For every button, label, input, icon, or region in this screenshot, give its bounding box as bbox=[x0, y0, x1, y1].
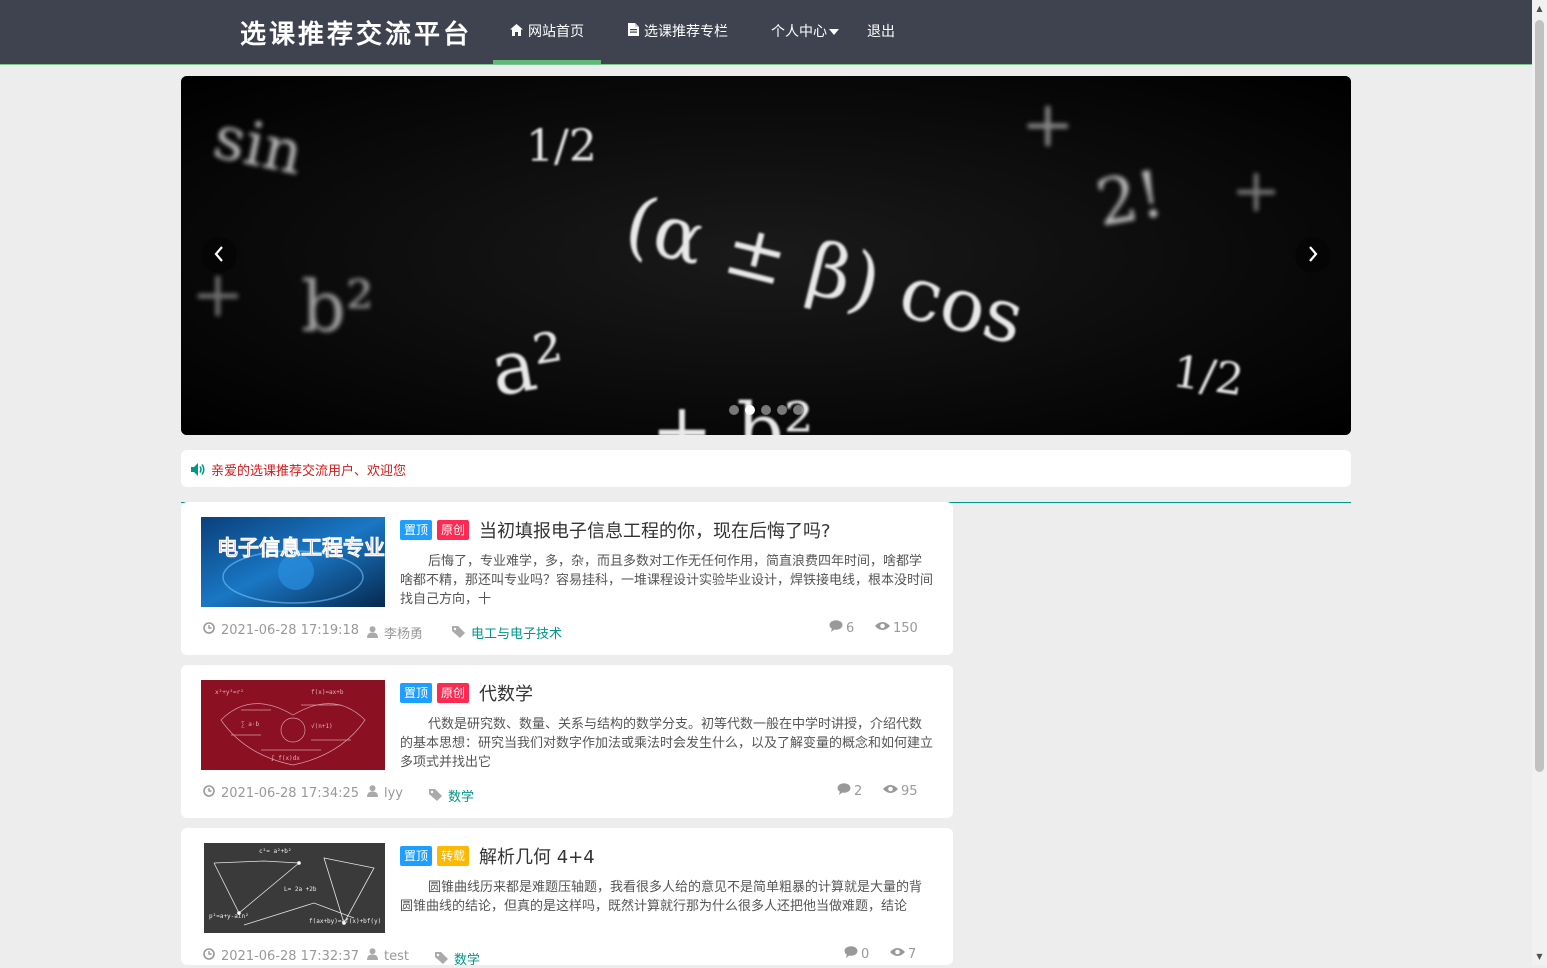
clock-icon bbox=[203, 784, 215, 801]
article-card[interactable]: 电子信息工程专业 置顶 原创 当初填报电子信息工程的你，现在后悔了吗? 后悔了，… bbox=[181, 502, 953, 655]
pinned-badge: 置顶 bbox=[400, 846, 433, 866]
article-date: 2021-06-28 17:19:18 bbox=[203, 621, 359, 638]
nav-personal-label: 个人中心 bbox=[771, 24, 827, 40]
top-navbar: 选课推荐交流平台 网站首页 选课推荐专栏 个人中心 退出 bbox=[0, 0, 1532, 65]
article-comments: 6 bbox=[829, 619, 854, 636]
carousel-dot-active[interactable] bbox=[745, 405, 755, 415]
home-icon bbox=[510, 0, 523, 64]
svg-text:+: + bbox=[1231, 156, 1281, 226]
svg-text:f(ax+by)=af(x)+bf(y): f(ax+by)=af(x)+bf(y) bbox=[309, 918, 381, 925]
article-author[interactable]: test bbox=[367, 947, 409, 964]
svg-text:p²=a+y-ain²: p²=a+y-ain² bbox=[209, 913, 249, 920]
svg-text:L= 2a +2b: L= 2a +2b bbox=[284, 886, 317, 893]
article-date: 2021-06-28 17:32:37 bbox=[203, 947, 359, 964]
speaker-icon bbox=[191, 461, 206, 480]
article-title[interactable]: 解析几何 4+4 bbox=[479, 843, 595, 869]
svg-text:f(x)=ax+b: f(x)=ax+b bbox=[311, 689, 344, 696]
article-card[interactable]: c²= a²+b² L= 2a +2b p²=a+y-ain² f(ax+by)=a… bbox=[181, 828, 953, 968]
article-thumbnail[interactable]: c²= a²+b² L= 2a +2b p²=a+y-ain² f(ax+by)=a… bbox=[204, 843, 385, 933]
user-icon bbox=[367, 625, 378, 642]
svg-text:2!: 2! bbox=[1091, 157, 1169, 241]
carousel-dot[interactable] bbox=[793, 405, 803, 415]
svg-text:电子信息工程专业: 电子信息工程专业 bbox=[217, 536, 385, 560]
nav-home-label: 网站首页 bbox=[528, 24, 584, 40]
svg-text:1/2: 1/2 bbox=[526, 121, 597, 172]
carousel-prev-button[interactable] bbox=[201, 237, 237, 273]
nav-personal-center[interactable]: 个人中心 bbox=[771, 0, 839, 64]
original-badge: 原创 bbox=[437, 683, 470, 703]
svg-text:∫ f(x)dx: ∫ f(x)dx bbox=[271, 754, 300, 762]
original-badge: 原创 bbox=[437, 520, 470, 540]
nav-recommend-column[interactable]: 选课推荐专栏 bbox=[628, 0, 728, 64]
math-formula-banner-image: sin b² + 2! + + 1/2 (α ± β) cos a² + b² … bbox=[181, 76, 1351, 435]
user-icon bbox=[367, 784, 378, 801]
chevron-right-icon bbox=[1309, 246, 1318, 262]
svg-text:+: + bbox=[1021, 88, 1075, 162]
article-summary: 圆锥曲线历来都是难题压轴题，我看很多人给的意见不是简单粗暴的计算就是大量的背圆锥… bbox=[400, 880, 923, 914]
article-summary: 代数是研究数、数量、关系与结构的数学分支。初等代数一般在中学时讲授，介绍代数的基… bbox=[400, 717, 934, 770]
article-thumbnail[interactable]: 电子信息工程专业 bbox=[201, 517, 385, 607]
scroll-down-arrow-icon[interactable]: ▼ bbox=[1532, 952, 1547, 961]
tag-icon bbox=[435, 951, 448, 968]
svg-text:c²= a²+b²: c²= a²+b² bbox=[259, 848, 292, 855]
tag-icon bbox=[429, 788, 442, 805]
repost-badge: 转载 bbox=[437, 846, 470, 866]
nav-recommend-label: 选课推荐专栏 bbox=[644, 24, 728, 40]
user-icon bbox=[367, 947, 378, 964]
caret-down-icon bbox=[829, 29, 839, 35]
carousel-dot[interactable] bbox=[729, 405, 739, 415]
article-summary: 后悔了，专业难学，多，杂，而且多数对工作无任何作用，简直浪费四年时间，啥都学啥都… bbox=[400, 554, 934, 607]
article-category[interactable]: 数学 bbox=[435, 949, 480, 968]
article-author[interactable]: 李杨勇 bbox=[367, 623, 423, 642]
svg-text:√(n+1): √(n+1) bbox=[311, 723, 333, 730]
clock-icon bbox=[203, 947, 215, 964]
article-author[interactable]: lyy bbox=[367, 784, 403, 801]
comment-icon bbox=[837, 782, 851, 799]
article-comments: 0 bbox=[844, 945, 869, 962]
svg-text:b²: b² bbox=[301, 266, 374, 348]
article-views: 7 bbox=[890, 947, 916, 962]
site-brand[interactable]: 选课推荐交流平台 bbox=[240, 14, 472, 51]
article-thumbnail[interactable]: x²+y²=r² f(x)=ax+b ∑ a·b √(n+1) ∫ f(x)dx bbox=[201, 680, 385, 770]
article-category[interactable]: 电工与电子技术 bbox=[452, 623, 562, 642]
tag-icon bbox=[452, 625, 465, 642]
article-views: 150 bbox=[875, 621, 918, 636]
carousel-dot[interactable] bbox=[777, 405, 787, 415]
notice-text: 亲爱的选课推荐交流用户、欢迎您 bbox=[211, 464, 407, 479]
nav-home[interactable]: 网站首页 bbox=[493, 0, 601, 64]
banner-carousel[interactable]: sin b² + 2! + + 1/2 (α ± β) cos a² + b² … bbox=[181, 76, 1351, 435]
pinned-badge: 置顶 bbox=[400, 520, 433, 540]
article-views: 95 bbox=[883, 784, 918, 799]
page-scrollbar[interactable]: ▲ ▼ bbox=[1532, 0, 1547, 965]
carousel-next-button[interactable] bbox=[1295, 237, 1331, 273]
clock-icon bbox=[203, 621, 215, 638]
comment-icon bbox=[829, 619, 843, 636]
article-category[interactable]: 数学 bbox=[429, 786, 474, 805]
article-comments: 2 bbox=[837, 782, 862, 799]
chevron-left-icon bbox=[214, 246, 223, 262]
scroll-up-arrow-icon[interactable]: ▲ bbox=[1532, 4, 1547, 13]
pinned-badge: 置顶 bbox=[400, 683, 433, 703]
svg-text:1/2: 1/2 bbox=[1169, 346, 1246, 406]
nav-logout[interactable]: 退出 bbox=[867, 0, 895, 64]
document-icon bbox=[628, 0, 639, 64]
svg-text:∑ a·b: ∑ a·b bbox=[241, 721, 259, 728]
notice-bar: 亲爱的选课推荐交流用户、欢迎您 bbox=[181, 450, 1351, 487]
carousel-dot[interactable] bbox=[761, 405, 771, 415]
eye-icon bbox=[875, 620, 890, 635]
article-card[interactable]: x²+y²=r² f(x)=ax+b ∑ a·b √(n+1) ∫ f(x)dx 置… bbox=[181, 665, 953, 818]
article-title[interactable]: 代数学 bbox=[479, 680, 533, 706]
svg-text:a²: a² bbox=[484, 316, 572, 414]
scroll-thumb[interactable] bbox=[1535, 20, 1544, 772]
article-title[interactable]: 当初填报电子信息工程的你，现在后悔了吗? bbox=[479, 517, 831, 543]
svg-text:x²+y²=r²: x²+y²=r² bbox=[215, 689, 244, 696]
article-date: 2021-06-28 17:34:25 bbox=[203, 784, 359, 801]
eye-icon bbox=[883, 783, 898, 798]
comment-icon bbox=[844, 945, 858, 962]
eye-icon bbox=[890, 946, 905, 961]
